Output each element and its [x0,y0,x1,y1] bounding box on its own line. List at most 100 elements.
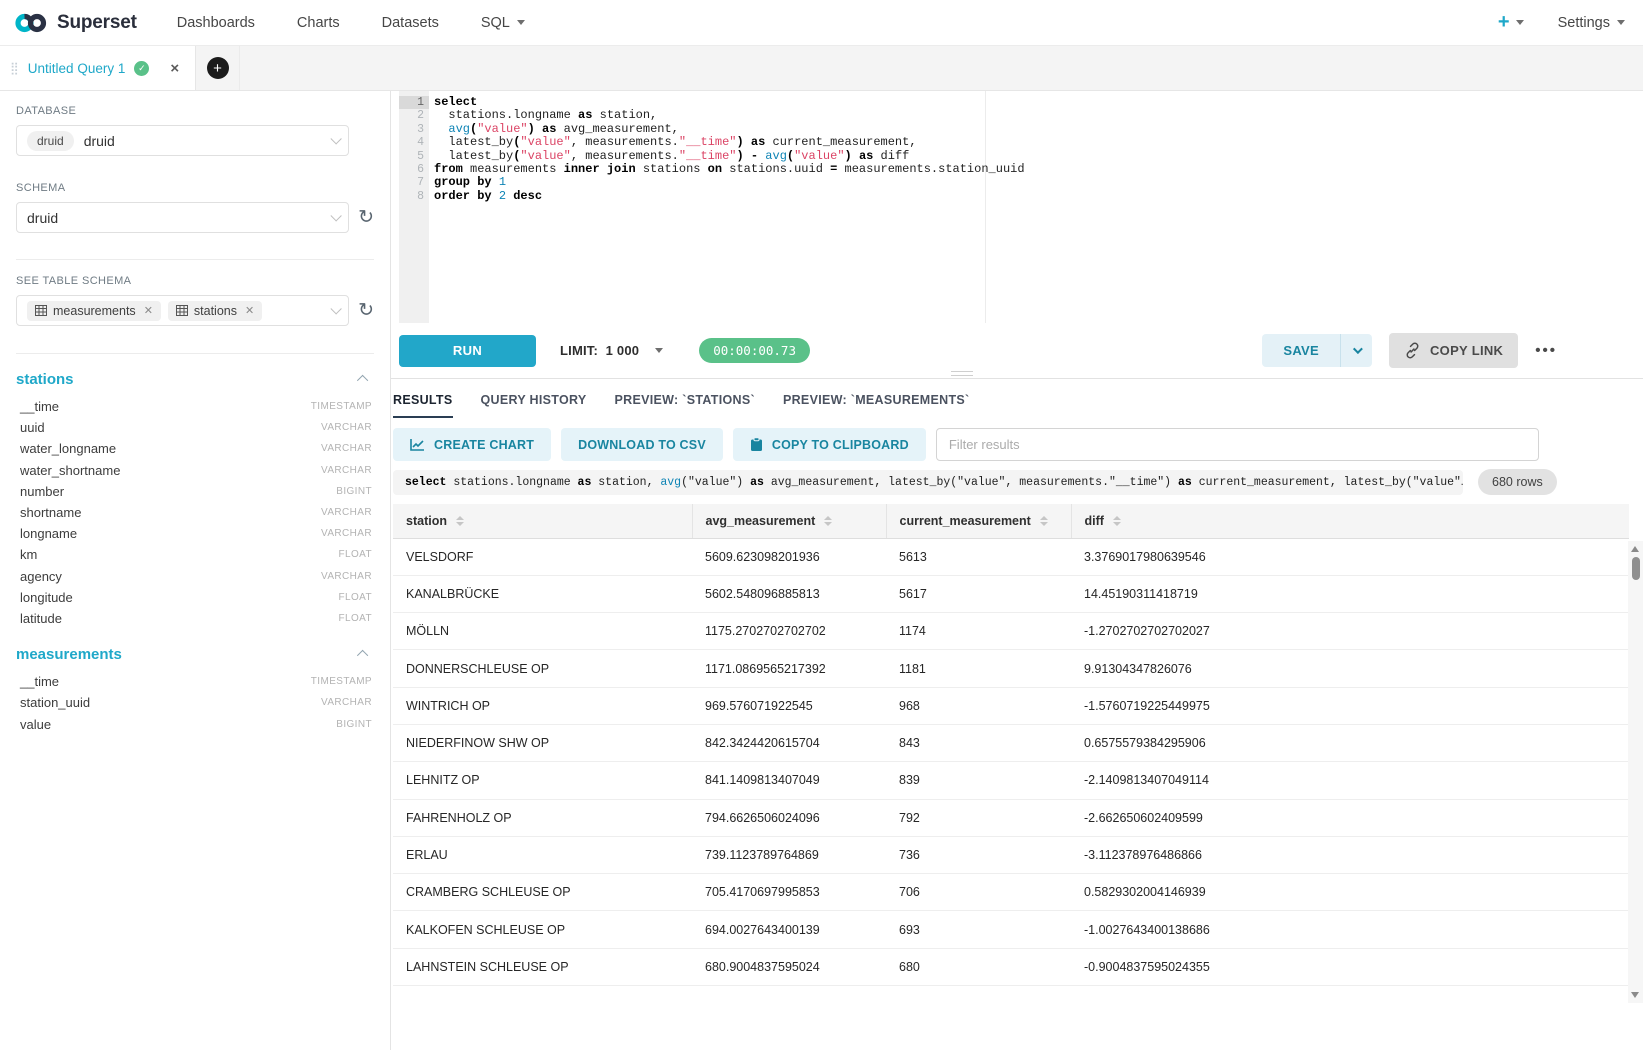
results-actions: CREATE CHART DOWNLOAD TO CSV COPY TO CLI… [393,428,1643,461]
sort-icon[interactable] [456,516,464,526]
table-section-measurements[interactable]: measurements [16,641,374,667]
row-count-badge: 680 rows [1478,469,1557,495]
table-cell: LEHNITZ OP [393,762,692,799]
save-button[interactable]: SAVE [1262,334,1340,367]
column-header-avg_measurement[interactable]: avg_measurement [692,504,886,538]
column-item: latitudeFLOAT [16,608,374,629]
remove-chip-icon[interactable]: ✕ [245,304,254,317]
table-cell: 14.45190311418719 [1071,575,1629,612]
scroll-down-icon[interactable] [1631,992,1639,998]
schema-label: SCHEMA [16,182,374,194]
clipboard-icon [750,437,763,452]
table-cell: 9.91304347826076 [1071,650,1629,687]
sql-code[interactable]: select stations.longname as station, avg… [434,96,1025,203]
table-cell: LAHNSTEIN SCHLEUSE OP [393,948,692,985]
tab-results[interactable]: RESULTS [393,393,453,418]
tab-query-history[interactable]: QUERY HISTORY [481,393,587,418]
column-item: water_shortnameVARCHAR [16,460,374,481]
refresh-schema-icon[interactable]: ↻ [358,208,374,227]
sort-icon[interactable] [1113,516,1121,526]
settings-menu[interactable]: Settings [1558,15,1625,31]
table-schema-select[interactable]: measurements✕ stations✕ [16,295,349,326]
column-item: kmFLOAT [16,544,374,565]
copy-clipboard-button[interactable]: COPY TO CLIPBOARD [733,428,926,461]
table-row: NIEDERFINOW SHW OP842.34244206157048430.… [393,724,1629,761]
brand-name: Superset [57,12,137,34]
table-row: LEHNITZ OP841.1409813407049839-2.1409813… [393,762,1629,799]
table-cell: 706 [886,874,1071,911]
chevron-down-icon [331,303,342,314]
create-chart-button[interactable]: CREATE CHART [393,428,551,461]
database-select[interactable]: druid druid [16,125,349,156]
query-preview-bar[interactable]: select stations.longname as station, avg… [393,470,1463,495]
table-cell: -0.9004837595024355 [1071,948,1629,985]
nav-item-charts[interactable]: Charts [297,15,340,31]
copy-link-button[interactable]: COPY LINK [1389,333,1518,368]
drag-handle-icon[interactable]: ⣿ [10,62,19,74]
pane-resize-handle[interactable] [951,371,973,379]
add-tab-zone: + [196,46,240,90]
table-cell: 5617 [886,575,1071,612]
add-tab-button[interactable]: + [207,57,229,79]
superset-logo[interactable]: Superset [14,11,137,35]
table-chip-stations[interactable]: stations✕ [168,301,262,321]
tab-preview-measurements[interactable]: PREVIEW: `MEASUREMENTS` [783,393,970,418]
table-cell: -2.1409813407049114 [1071,762,1629,799]
remove-chip-icon[interactable]: ✕ [144,304,153,317]
table-cell: CRAMBERG SCHLEUSE OP [393,874,692,911]
table-icon [35,305,47,316]
close-tab-icon[interactable]: × [170,60,179,77]
scrollbar-thumb[interactable] [1632,557,1640,580]
main-split: DATABASE druid druid ↻ SCHEMA druid ↻ SE… [0,91,1643,1050]
table-cell: 705.4170697995853 [692,874,886,911]
chevron-down-icon [1353,344,1363,354]
column-header-current_measurement[interactable]: current_measurement [886,504,1071,538]
column-item: water_longnameVARCHAR [16,438,374,459]
table-row: FAHRENHOLZ OP794.6626506024096792-2.6626… [393,799,1629,836]
schema-select[interactable]: druid [16,202,349,233]
save-options-button[interactable] [1340,334,1372,367]
query-tab-active[interactable]: ⣿ Untitled Query 1 ✓ × [0,46,196,90]
table-cell: 792 [886,799,1071,836]
table-section-stations[interactable]: stations [16,366,374,392]
column-header-station[interactable]: station [393,504,692,538]
column-header-diff[interactable]: diff [1071,504,1629,538]
sql-editor[interactable]: 12345678 select stations.longname as sta… [391,91,1643,323]
download-csv-button[interactable]: DOWNLOAD TO CSV [561,428,723,461]
nav-items: Dashboards Charts Datasets SQL [177,15,567,31]
table-row: VELSDORF5609.62309820193656133.376901798… [393,538,1629,575]
query-elapsed-timer: 00:00:00.73 [699,338,810,363]
table-row: KANALBRÜCKE5602.548096885813561714.45190… [393,575,1629,612]
column-item: shortnameVARCHAR [16,502,374,523]
chevron-up-icon [357,650,368,661]
chevron-down-icon [331,133,342,144]
see-table-schema-label: SEE TABLE SCHEMA [16,275,374,287]
nav-item-datasets[interactable]: Datasets [382,15,439,31]
sort-icon[interactable] [1040,516,1048,526]
query-tab-label: Untitled Query 1 [28,61,126,76]
filter-results-input[interactable] [936,428,1539,461]
table-cell: 841.1409813407049 [692,762,886,799]
nav-item-dashboards[interactable]: Dashboards [177,15,255,31]
table-cell: 1174 [886,613,1071,650]
tab-preview-stations[interactable]: PREVIEW: `STATIONS` [615,393,755,418]
column-list: __timeTIMESTAMPuuidVARCHARwater_longname… [16,396,374,629]
limit-dropdown[interactable]: LIMIT: 1 000 [560,343,663,358]
nav-item-sql[interactable]: SQL [481,15,525,31]
table-cell: 1181 [886,650,1071,687]
refresh-tables-icon[interactable]: ↻ [358,301,374,320]
table-cell: MÖLLN [393,613,692,650]
table-row: CRAMBERG SCHLEUSE OP705.4170697995853706… [393,874,1629,911]
run-button[interactable]: RUN [399,335,536,367]
sort-icon[interactable] [824,516,832,526]
results-scrollbar[interactable] [1628,541,1643,1003]
more-actions-button[interactable]: ••• [1535,342,1557,359]
table-icon [176,305,188,316]
new-item-button[interactable]: + [1498,11,1524,34]
table-cell: VELSDORF [393,538,692,575]
column-item: uuidVARCHAR [16,417,374,438]
chart-icon [410,438,425,451]
table-chip-measurements[interactable]: measurements✕ [27,301,161,321]
table-cell: WINTRICH OP [393,687,692,724]
scroll-up-icon[interactable] [1631,546,1639,552]
